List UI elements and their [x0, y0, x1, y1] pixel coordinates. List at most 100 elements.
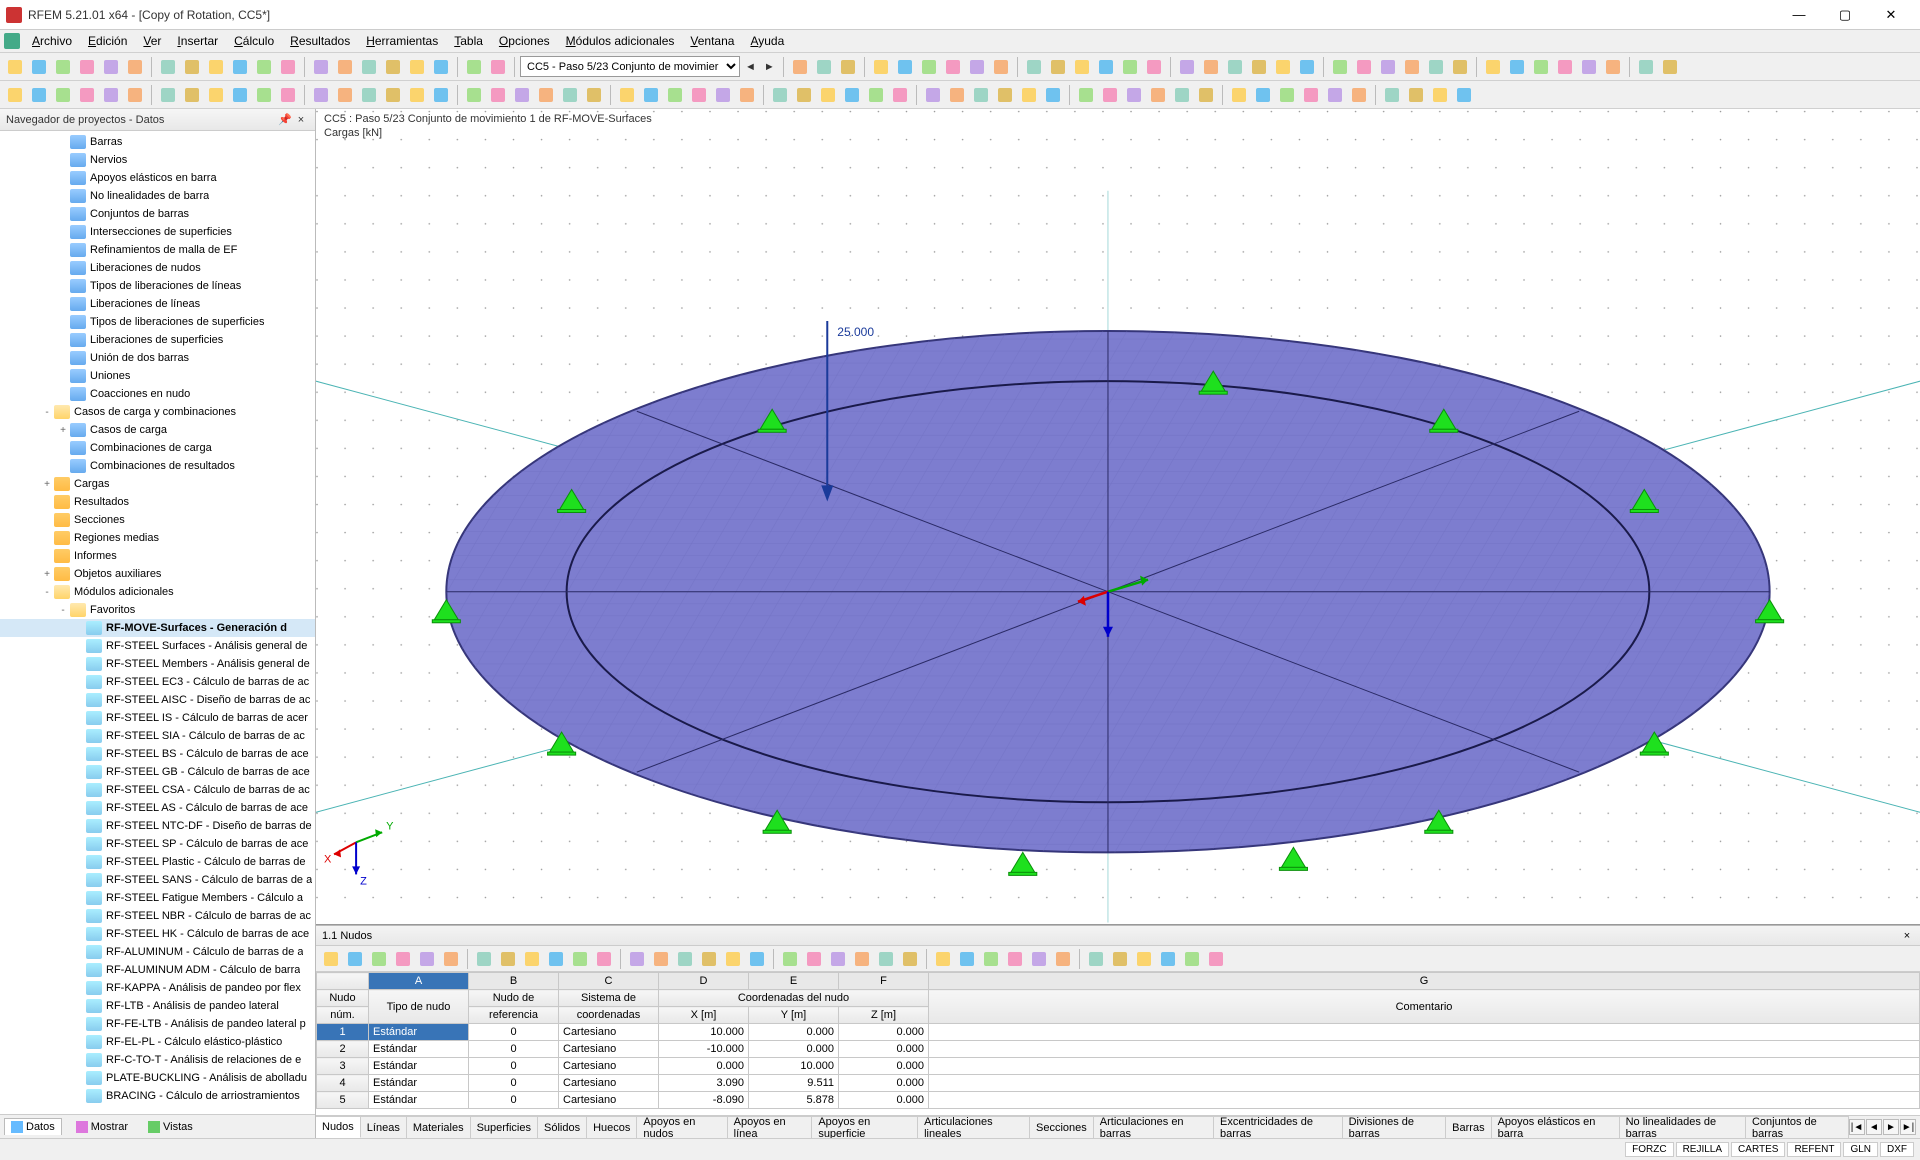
tree-item[interactable]: RF-STEEL SANS - Cálculo de barras de a [0, 871, 315, 889]
toolbar-button[interactable] [205, 84, 227, 106]
toolbar-button[interactable] [994, 84, 1016, 106]
tree-item[interactable]: Barras [0, 133, 315, 151]
tab-nav[interactable]: |◄◄►►| [1849, 1116, 1920, 1138]
toolbar-button[interactable] [1252, 84, 1274, 106]
tree-item[interactable]: -Casos de carga y combinaciones [0, 403, 315, 421]
toolbar-button[interactable] [827, 948, 849, 970]
menu-resultados[interactable]: Resultados [282, 32, 358, 50]
table-tab[interactable]: Apoyos en superficie [812, 1116, 918, 1138]
table-row[interactable]: 2Estándar0Cartesiano-10.0000.0000.000 [317, 1041, 1920, 1058]
toolbar-button[interactable] [1028, 948, 1050, 970]
toolbar-button[interactable] [593, 948, 615, 970]
table-tab[interactable]: Conjuntos de barras [1746, 1116, 1849, 1138]
tree-item[interactable]: RF-ALUMINUM ADM - Cálculo de barra [0, 961, 315, 979]
table-tab[interactable]: Barras [1446, 1116, 1491, 1138]
navigator-close-icon[interactable]: × [293, 114, 309, 126]
toolbar-button[interactable] [1075, 84, 1097, 106]
toolbar-button[interactable] [837, 56, 859, 78]
toolbar-button[interactable] [1659, 56, 1681, 78]
toolbar-button[interactable] [1329, 56, 1351, 78]
col-F[interactable]: F [839, 973, 929, 990]
toolbar-button[interactable] [487, 56, 509, 78]
table-tab[interactable]: Articulaciones en barras [1094, 1116, 1214, 1138]
tree-item[interactable]: RF-STEEL AISC - Diseño de barras de ac [0, 691, 315, 709]
data-table[interactable]: A B C D E F G Nudo Tipo de nudo Nud [316, 972, 1920, 1109]
col-G[interactable]: G [929, 973, 1920, 990]
toolbar-button[interactable] [1425, 56, 1447, 78]
toolbar-button[interactable] [157, 56, 179, 78]
toolbar-button[interactable] [124, 84, 146, 106]
tree-item[interactable]: RF-EL-PL - Cálculo elástico-plástico [0, 1033, 315, 1051]
menu-ventana[interactable]: Ventana [682, 32, 742, 50]
toolbar-button[interactable] [1171, 84, 1193, 106]
toolbar-button[interactable] [277, 84, 299, 106]
toolbar-button[interactable] [320, 948, 342, 970]
toolbar-button[interactable] [1181, 948, 1203, 970]
tree-item[interactable]: RF-STEEL NTC-DF - Diseño de barras de [0, 817, 315, 835]
toolbar-button[interactable] [406, 56, 428, 78]
toolbar-button[interactable] [688, 84, 710, 106]
toolbar-button[interactable] [1109, 948, 1131, 970]
toolbar-button[interactable] [813, 56, 835, 78]
toolbar-button[interactable] [922, 84, 944, 106]
table-tab[interactable]: Huecos [587, 1116, 637, 1138]
menu-tabla[interactable]: Tabla [446, 32, 491, 50]
toolbar-button[interactable] [535, 84, 557, 106]
toolbar-button[interactable] [1123, 84, 1145, 106]
toolbar-button[interactable] [746, 948, 768, 970]
toolbar-button[interactable] [1147, 84, 1169, 106]
toolbar-button[interactable] [430, 56, 452, 78]
toolbar-button[interactable] [966, 56, 988, 78]
loadcase-combo[interactable]: CC5 - Paso 5/23 Conjunto de movimier [520, 56, 740, 77]
toolbar-button[interactable] [1200, 56, 1222, 78]
toolbar-button[interactable] [899, 948, 921, 970]
hdr-num[interactable]: núm. [317, 1007, 369, 1024]
table-tab[interactable]: Excentricidades de barras [1214, 1116, 1343, 1138]
maximize-button[interactable]: ▢ [1822, 0, 1868, 30]
tree-item[interactable]: RF-STEEL SP - Cálculo de barras de ace [0, 835, 315, 853]
menu-herramientas[interactable]: Herramientas [358, 32, 446, 50]
status-cell[interactable]: DXF [1880, 1142, 1914, 1157]
status-cell[interactable]: REFENT [1787, 1142, 1841, 1157]
toolbar-button[interactable] [487, 84, 509, 106]
menu-módulos adicionales[interactable]: Módulos adicionales [558, 32, 683, 50]
toolbar-button[interactable] [497, 948, 519, 970]
col-C[interactable]: C [559, 973, 659, 990]
toolbar-button[interactable] [52, 56, 74, 78]
close-button[interactable]: ✕ [1868, 0, 1914, 30]
tree-item[interactable]: Secciones [0, 511, 315, 529]
toolbar-button[interactable] [946, 84, 968, 106]
tree-item[interactable]: Conjuntos de barras [0, 205, 315, 223]
toolbar-button[interactable] [875, 948, 897, 970]
toolbar-button[interactable] [583, 84, 605, 106]
hdr-sist[interactable]: coordenadas [559, 1007, 659, 1024]
tree-item[interactable]: RF-ALUMINUM - Cálculo de barras de a [0, 943, 315, 961]
toolbar-button[interactable] [793, 84, 815, 106]
table-tab[interactable]: Divisiones de barras [1343, 1116, 1447, 1138]
menu-archivo[interactable]: Archivo [24, 32, 80, 50]
table-row[interactable]: 4Estándar0Cartesiano3.0909.5110.000 [317, 1075, 1920, 1092]
toolbar-button[interactable] [1228, 84, 1250, 106]
toolbar-button[interactable] [1506, 56, 1528, 78]
toolbar-button[interactable] [76, 56, 98, 78]
tree-item[interactable]: RF-LTB - Análisis de pandeo lateral [0, 997, 315, 1015]
menu-ver[interactable]: Ver [135, 32, 169, 50]
toolbar-button[interactable] [52, 84, 74, 106]
toolbar-button[interactable] [416, 948, 438, 970]
toolbar-button[interactable] [310, 84, 332, 106]
status-cell[interactable]: REJILLA [1676, 1142, 1729, 1157]
tree-item[interactable]: RF-KAPPA - Análisis de pandeo por flex [0, 979, 315, 997]
toolbar-button[interactable] [440, 948, 462, 970]
toolbar-button[interactable] [358, 84, 380, 106]
tree-item[interactable]: Uniones [0, 367, 315, 385]
toolbar-button[interactable] [344, 948, 366, 970]
menu-cálculo[interactable]: Cálculo [226, 32, 282, 50]
toolbar-button[interactable] [1602, 56, 1624, 78]
toolbar-button[interactable] [1453, 84, 1475, 106]
nav-tab-mostrar[interactable]: Mostrar [70, 1119, 134, 1135]
toolbar-button[interactable] [1272, 56, 1294, 78]
toolbar-button[interactable] [334, 84, 356, 106]
toolbar-button[interactable] [463, 56, 485, 78]
tree-item[interactable]: RF-STEEL CSA - Cálculo de barras de ac [0, 781, 315, 799]
table-tab[interactable]: No linealidades de barras [1620, 1116, 1746, 1138]
